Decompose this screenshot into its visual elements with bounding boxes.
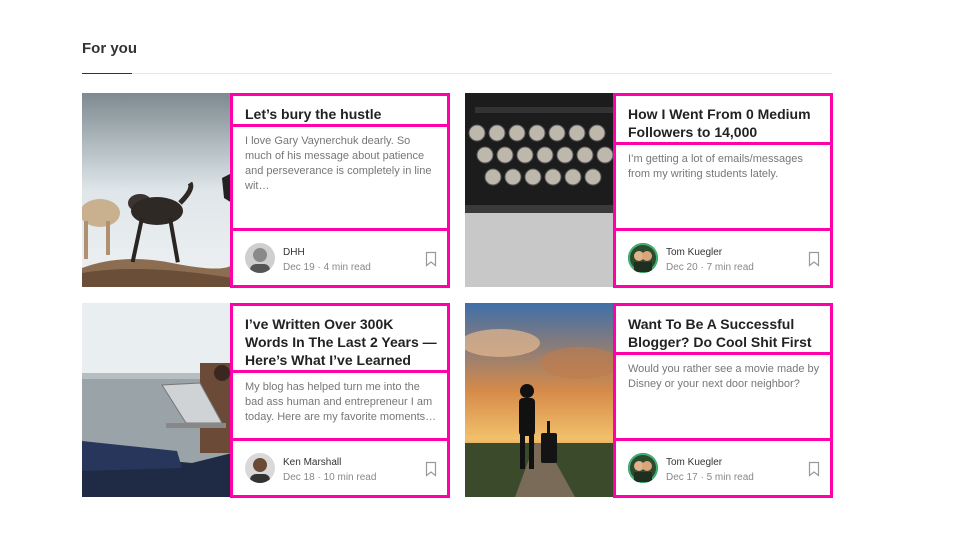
description-box[interactable]: I’m getting a lot of emails/messages fro…	[613, 142, 833, 231]
traveler-with-suitcase-sunset-photo	[465, 303, 615, 497]
article-thumbnail[interactable]	[465, 93, 615, 287]
article-meta: Dec 19 · 4 min read	[283, 262, 371, 273]
article-meta: Dec 17 · 5 min read	[666, 472, 754, 483]
article-date: Dec 17	[666, 472, 698, 483]
article-title[interactable]: How I Went From 0 Medium Followers to 14…	[616, 96, 830, 141]
article-thumbnail[interactable]	[82, 303, 232, 497]
meta-separator: ·	[700, 472, 704, 483]
article-description[interactable]: Would you rather see a movie made by Dis…	[616, 355, 830, 392]
article-description[interactable]: I’m getting a lot of emails/messages fro…	[616, 145, 830, 182]
bookmark-icon[interactable]	[425, 251, 437, 267]
meta-box: Tom Kuegler Dec 20 · 7 min read	[613, 228, 833, 288]
article-description[interactable]: I love Gary Vaynerchuk dearly. So much o…	[233, 127, 447, 194]
author-avatar[interactable]	[628, 453, 658, 483]
article-date: Dec 18	[283, 472, 315, 483]
title-box[interactable]: How I Went From 0 Medium Followers to 14…	[613, 93, 833, 145]
section-underline	[82, 73, 132, 74]
meta-separator: ·	[317, 262, 321, 273]
article-card[interactable]: Let’s bury the hustle I love Gary Vayner…	[82, 93, 450, 289]
article-title[interactable]: Want To Be A Successful Blogger? Do Cool…	[616, 306, 830, 351]
article-card[interactable]: Want To Be A Successful Blogger? Do Cool…	[465, 303, 833, 499]
read-time: 7 min read	[706, 262, 754, 273]
article-title[interactable]: Let’s bury the hustle	[233, 96, 447, 123]
bookmark-icon[interactable]	[425, 461, 437, 477]
article-card[interactable]: I’ve Written Over 300K Words In The Last…	[82, 303, 450, 499]
description-box[interactable]: Would you rather see a movie made by Dis…	[613, 352, 833, 441]
meta-separator: ·	[317, 472, 321, 483]
meta-box: Ken Marshall Dec 18 · 10 min read	[230, 438, 450, 498]
meta-box: DHH Dec 19 · 4 min read	[230, 228, 450, 288]
read-time: 4 min read	[323, 262, 371, 273]
read-time: 10 min read	[323, 472, 377, 483]
bookmark-icon[interactable]	[808, 461, 820, 477]
article-thumbnail[interactable]	[82, 93, 232, 287]
section-header: For you	[82, 38, 832, 74]
description-box[interactable]: My blog has helped turn me into the bad …	[230, 370, 450, 441]
article-card[interactable]: How I Went From 0 Medium Followers to 14…	[465, 93, 833, 289]
meta-box: Tom Kuegler Dec 17 · 5 min read	[613, 438, 833, 498]
author-avatar[interactable]	[628, 243, 658, 273]
article-meta: Dec 20 · 7 min read	[666, 262, 754, 273]
section-title[interactable]: For you	[82, 40, 137, 57]
article-thumbnail[interactable]	[465, 303, 615, 497]
title-box[interactable]: Want To Be A Successful Blogger? Do Cool…	[613, 303, 833, 355]
article-description[interactable]: My blog has helped turn me into the bad …	[233, 373, 447, 425]
article-date: Dec 20	[666, 262, 698, 273]
author-name[interactable]: Ken Marshall	[283, 457, 341, 468]
article-date: Dec 19	[283, 262, 315, 273]
meta-separator: ·	[700, 262, 704, 273]
author-name[interactable]: Tom Kuegler	[666, 247, 722, 258]
dogs-fighting-photo	[82, 93, 232, 287]
author-name[interactable]: Tom Kuegler	[666, 457, 722, 468]
author-name[interactable]: DHH	[283, 247, 305, 258]
typewriter-keys-photo	[465, 93, 615, 287]
title-box[interactable]: Let’s bury the hustle	[230, 93, 450, 127]
article-title[interactable]: I’ve Written Over 300K Words In The Last…	[233, 306, 447, 369]
title-box[interactable]: I’ve Written Over 300K Words In The Last…	[230, 303, 450, 373]
read-time: 5 min read	[706, 472, 754, 483]
article-meta: Dec 18 · 10 min read	[283, 472, 376, 483]
author-avatar[interactable]	[245, 453, 275, 483]
person-with-laptop-photo	[82, 303, 232, 497]
author-avatar[interactable]	[245, 243, 275, 273]
description-box[interactable]: I love Gary Vaynerchuk dearly. So much o…	[230, 124, 450, 231]
bookmark-icon[interactable]	[808, 251, 820, 267]
